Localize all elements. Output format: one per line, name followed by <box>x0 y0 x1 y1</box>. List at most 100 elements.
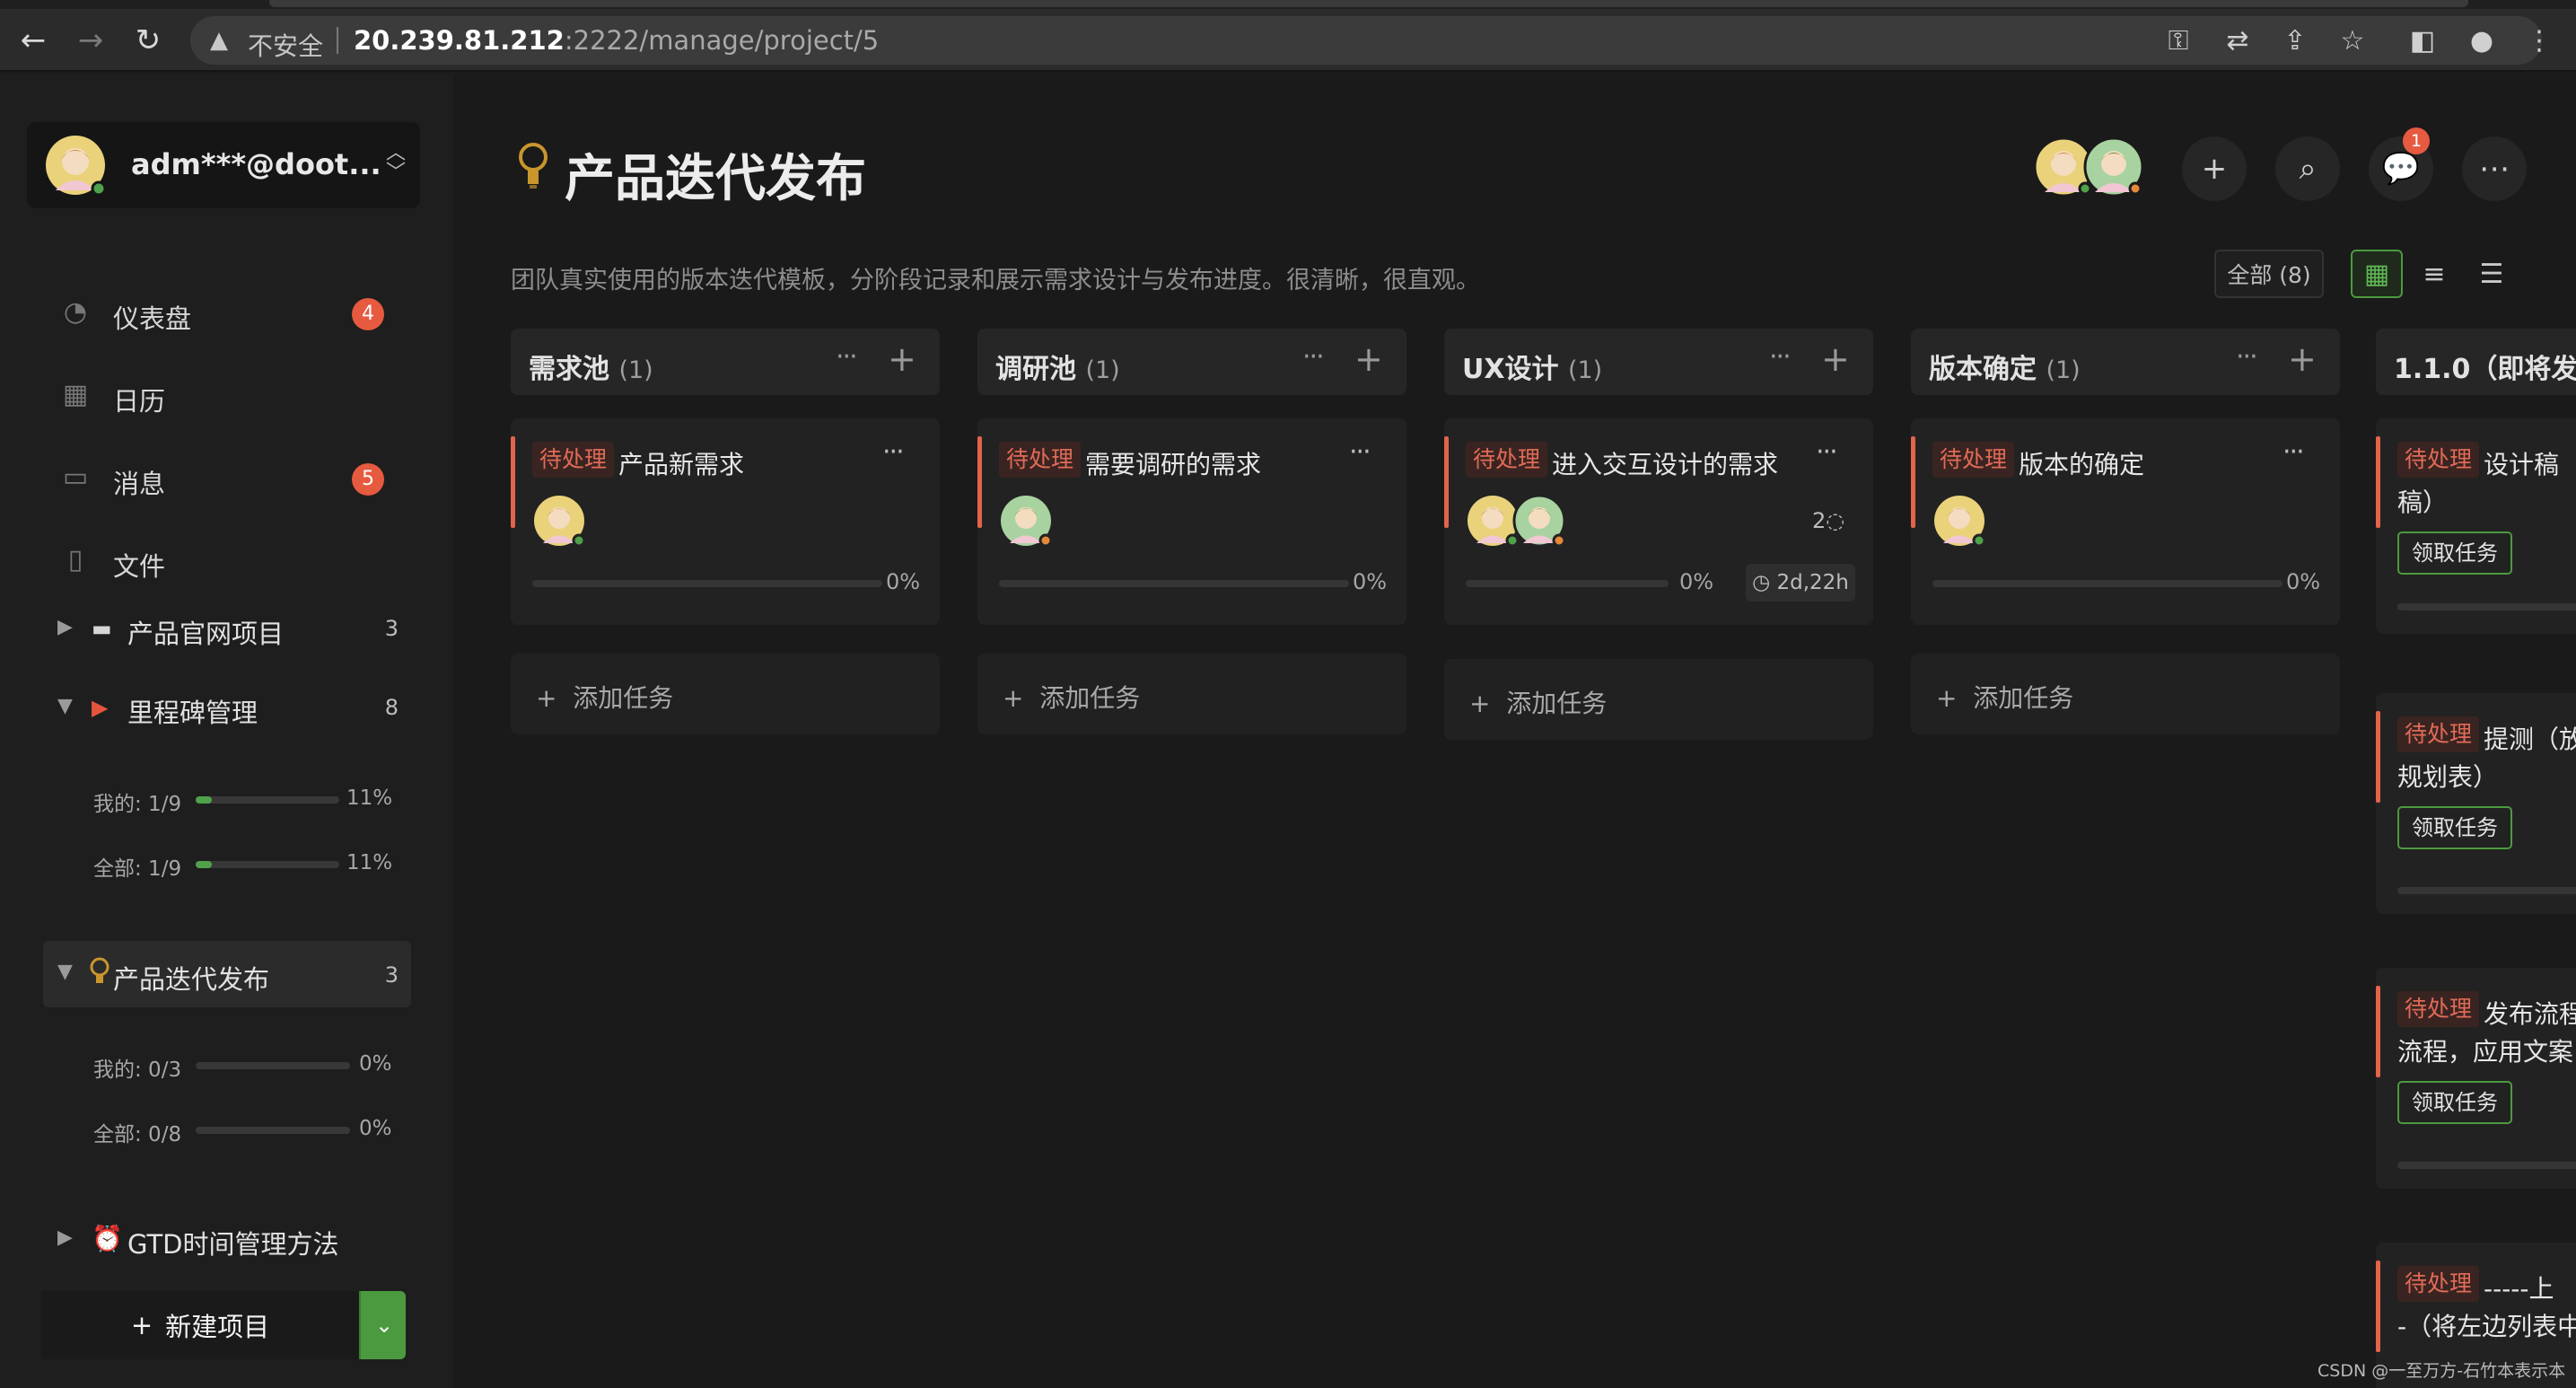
list-view-button[interactable]: ≡ <box>2408 250 2460 298</box>
translate-icon[interactable]: ⇄ <box>2217 20 2258 61</box>
nav-messages[interactable]: ▭ 消息 5 <box>54 452 413 503</box>
nav-dashboard[interactable]: ◔ 仪表盘 4 <box>54 287 413 338</box>
add-icon[interactable]: + <box>888 339 916 379</box>
progress-label: 全部: 0/8 <box>93 1123 182 1146</box>
more-icon[interactable]: ··· <box>1302 341 1325 373</box>
caret-right-icon[interactable]: ▶ <box>57 616 73 638</box>
task-card[interactable]: 待处理 提测（放 规划表） 领取任务 <box>2376 693 2576 914</box>
caret-down-icon[interactable]: ▼ <box>57 961 73 983</box>
task-card[interactable]: 待处理 产品新需求 ··· 0% <box>511 418 940 625</box>
project-website[interactable]: ▶ ▬ 产品官网项目 3 <box>43 603 411 654</box>
claim-task-button[interactable]: 领取任务 <box>2397 531 2512 575</box>
grid-icon: ▦ <box>2363 258 2390 290</box>
more-icon[interactable]: ··· <box>836 341 858 373</box>
add-task-button[interactable]: + 添加任务 <box>1911 654 2340 734</box>
task-title: 设计稿 <box>2484 450 2560 479</box>
task-card[interactable]: 待处理 需要调研的需求 ··· 0% <box>977 418 1406 625</box>
more-button[interactable]: ⋯ <box>2462 136 2527 201</box>
member-avatars[interactable] <box>2033 136 2150 201</box>
sidepanel-icon[interactable]: ◧ <box>2402 20 2443 61</box>
iteration-my-progress: 我的: 0/3 0% <box>93 1049 399 1082</box>
bookmark-star-icon[interactable]: ☆ <box>2332 20 2373 61</box>
more-icon[interactable]: ··· <box>1769 341 1792 373</box>
priority-bar <box>977 436 982 528</box>
project-gtd[interactable]: ▶ ⏰ GTD时间管理方法 <box>43 1214 411 1264</box>
priority-bar <box>511 436 515 528</box>
progress-track <box>196 861 339 868</box>
alarm-clock-icon: ⏰ <box>92 1224 123 1253</box>
status-tag: 待处理 <box>2397 442 2480 478</box>
project-iteration[interactable]: ▼ 产品迭代发布 3 <box>43 941 411 1007</box>
task-card[interactable]: 待处理 版本的确定 ··· 0% <box>1911 418 2340 625</box>
reload-icon[interactable]: ↻ <box>127 20 169 61</box>
claim-task-button[interactable]: 领取任务 <box>2397 1081 2512 1124</box>
new-project-main[interactable]: + 新建项目 <box>41 1291 359 1359</box>
comment-icon: ◌ <box>1826 508 1845 533</box>
new-project-button[interactable]: + 新建项目 ⌄ <box>41 1291 406 1359</box>
more-icon[interactable]: ··· <box>2236 341 2258 373</box>
add-task-label: + 添加任务 <box>536 683 674 713</box>
url-text[interactable]: 20.239.81.212:2222/manage/project/5 <box>354 25 879 56</box>
project-milestone[interactable]: ▼ ▶ 里程碑管理 8 <box>43 682 411 733</box>
browser-menu-icon[interactable]: ⋮ <box>2519 20 2560 61</box>
task-card[interactable]: 待处理 发布流程 流程，应用文案 领取任务 <box>2376 968 2576 1189</box>
add-member-button[interactable]: + <box>2182 136 2247 201</box>
board-view-button[interactable]: ▦ <box>2351 250 2403 298</box>
add-task-button[interactable]: + 添加任务 <box>1444 659 1873 740</box>
share-icon[interactable]: ⇪ <box>2274 20 2316 61</box>
more-icon[interactable]: ··· <box>1349 436 1371 468</box>
add-task-button[interactable]: + 添加任务 <box>977 654 1406 734</box>
column-header[interactable]: 1.1.0（即将发布 <box>2376 329 2576 395</box>
member-avatar[interactable] <box>2083 136 2144 198</box>
back-icon[interactable]: ← <box>13 20 54 61</box>
chevron-updown-icon[interactable]: ︿ ﹀ <box>382 144 409 187</box>
add-icon[interactable]: + <box>1821 339 1850 379</box>
forward-icon[interactable]: → <box>70 20 111 61</box>
key-icon[interactable]: ⚿ <box>2158 20 2199 61</box>
column-title: UX设计 (1) <box>1462 354 1603 385</box>
warning-icon[interactable]: ▲ <box>210 28 235 53</box>
nav-calendar[interactable]: ▦ 日历 <box>54 370 413 420</box>
notification-badge: 1 <box>2403 127 2430 154</box>
progress-label: 我的: 0/3 <box>93 1059 182 1082</box>
task-card[interactable]: 待处理 设计稿 稿） 领取任务 <box>2376 418 2576 634</box>
profile-icon[interactable]: ● <box>2461 20 2502 61</box>
url-separator <box>337 27 338 54</box>
sidebar: adm***@doot... ︿ ﹀ ◔ 仪表盘 4 ▦ 日历 ▭ 消息 5 ▯ … <box>0 74 453 1388</box>
project-count: 3 <box>384 962 399 988</box>
task-title: 产品新需求 <box>618 450 745 479</box>
add-task-button[interactable]: + 添加任务 <box>511 654 940 734</box>
column-header[interactable]: 需求池 (1) ··· + <box>511 329 940 395</box>
search-button[interactable]: ⌕ <box>2275 136 2340 201</box>
column-header[interactable]: UX设计 (1) ··· + <box>1444 329 1873 395</box>
filter-all-button[interactable]: 全部 (8) <box>2214 250 2324 298</box>
insecure-label[interactable]: 不安全 <box>248 27 323 63</box>
status-tag: 待处理 <box>2397 991 2480 1027</box>
column-header[interactable]: 版本确定 (1) ··· + <box>1911 329 2340 395</box>
column-header[interactable]: 调研池 (1) ··· + <box>977 329 1406 395</box>
more-icon[interactable]: ··· <box>2282 436 2305 468</box>
title-bulb-svg <box>519 143 548 189</box>
more-icon[interactable]: ··· <box>1816 436 1838 468</box>
caret-down-icon[interactable]: ▼ <box>57 695 73 717</box>
task-assignees <box>999 494 1178 548</box>
task-card[interactable]: 待处理 进入交互设计的需求 ··· 2◌ 0% ◷ 2d,22h <box>1444 418 1873 625</box>
nav-files[interactable]: ▯ 文件 <box>54 535 413 585</box>
more-icon[interactable]: ··· <box>882 436 905 468</box>
due-badge: ◷ 2d,22h <box>1746 564 1855 602</box>
chevron-down-icon[interactable]: ⌄ <box>363 1291 406 1359</box>
watermark: CSDN @一至万方-石竹本表示本 <box>2318 1361 2566 1381</box>
dashboard-icon: ◔ <box>63 296 88 328</box>
gantt-view-button[interactable]: ☰ <box>2466 250 2518 298</box>
account-switcher[interactable]: adm***@doot... ︿ ﹀ <box>27 122 420 208</box>
add-icon[interactable]: + <box>1354 339 1383 379</box>
task-progress-track <box>2397 603 2576 611</box>
caret-right-icon[interactable]: ▶ <box>57 1226 73 1249</box>
claim-task-button[interactable]: 领取任务 <box>2397 806 2512 849</box>
search-icon: ⌕ <box>2299 151 2317 187</box>
assignee-avatar <box>1934 496 1986 548</box>
column-title: 调研池 (1) <box>995 354 1120 385</box>
active-tab[interactable] <box>269 0 2468 7</box>
add-icon[interactable]: + <box>2288 339 2317 379</box>
progress-track <box>196 1062 350 1069</box>
